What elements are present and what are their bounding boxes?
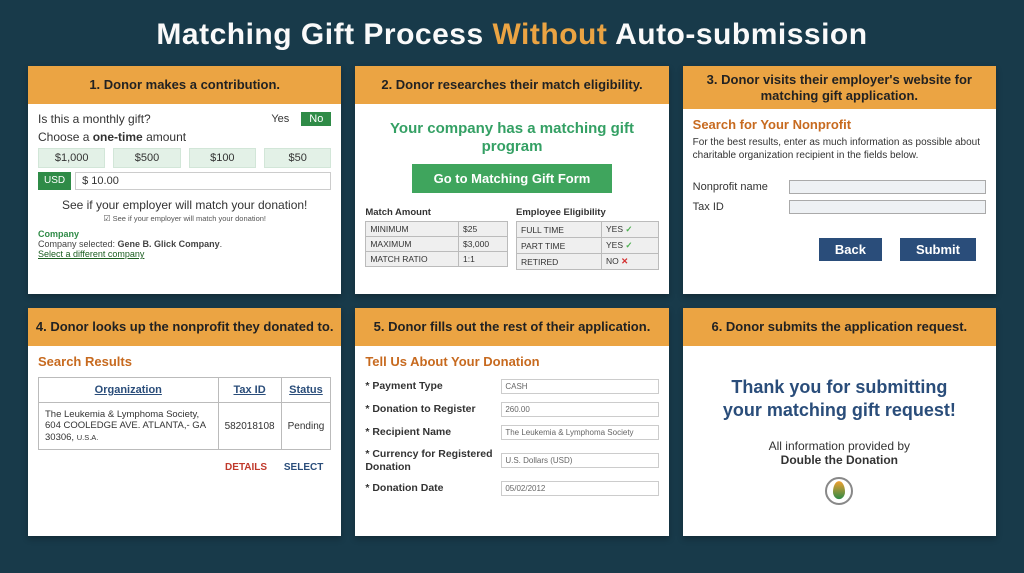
- custom-amount-input[interactable]: $ 10.00: [75, 172, 331, 190]
- amount-1000[interactable]: $1,000: [38, 148, 105, 168]
- card-step-5: 5. Donor fills out the rest of their app…: [355, 308, 668, 536]
- search-instructions: For the best results, enter as much info…: [693, 136, 986, 162]
- monthly-gift-question: Is this a monthly gift?: [38, 112, 151, 126]
- select-different-company-link[interactable]: Select a different company: [38, 249, 331, 259]
- back-button[interactable]: Back: [819, 238, 882, 261]
- eligibility-table: FULL TIMEYES ✓ PART TIMEYES ✓ RETIREDNO …: [516, 221, 659, 270]
- amount-50[interactable]: $50: [264, 148, 331, 168]
- match-amount-table: MINIMUM$25 MAXIMUM$3,000 MATCH RATIO1:1: [365, 221, 508, 267]
- card-heading: 2. Donor researches their match eligibil…: [355, 66, 668, 104]
- submit-button[interactable]: Submit: [900, 238, 976, 261]
- search-nonprofit-heading: Search for Your Nonprofit: [693, 117, 986, 132]
- card-grid: 1. Donor makes a contribution. Is this a…: [0, 66, 1024, 536]
- recipient-name-input[interactable]: The Leukemia & Lymphoma Society: [501, 425, 658, 440]
- card-heading: 5. Donor fills out the rest of their app…: [355, 308, 668, 346]
- card-step-1: 1. Donor makes a contribution. Is this a…: [28, 66, 341, 294]
- currency-label: * Currency for Registered Donation: [365, 448, 495, 473]
- nonprofit-name-label: Nonprofit name: [693, 181, 783, 193]
- row-actions: DETAILS SELECT: [38, 456, 331, 479]
- title-pre: Matching Gift Process: [156, 18, 483, 51]
- card-heading: 4. Donor looks up the nonprofit they don…: [28, 308, 341, 346]
- details-link[interactable]: DETAILS: [225, 462, 267, 473]
- match-amount-heading: Match Amount: [365, 207, 508, 218]
- col-tax-id[interactable]: Tax ID: [218, 378, 281, 403]
- attribution: All information provided by Double the D…: [693, 439, 986, 467]
- double-the-donation-logo-icon: [825, 477, 853, 505]
- company-selected: Company selected: Gene B. Glick Company.: [38, 239, 331, 249]
- tax-id-label: Tax ID: [693, 201, 783, 213]
- no-option-selected[interactable]: No: [301, 112, 331, 126]
- card-step-6: 6. Donor submits the application request…: [683, 308, 996, 536]
- recipient-name-label: * Recipient Name: [365, 426, 495, 439]
- card-step-4: 4. Donor looks up the nonprofit they don…: [28, 308, 341, 536]
- card-body: Is this a monthly gift? Yes No Choose a …: [28, 104, 341, 294]
- donation-date-input[interactable]: 05/02/2012: [501, 481, 658, 496]
- col-organization[interactable]: Organization: [39, 378, 219, 403]
- employer-match-prompt: See if your employer will match your don…: [38, 196, 331, 214]
- thank-you-msg: Thank you for submitting your matching g…: [711, 376, 968, 421]
- page-title: Matching Gift Process Without Auto-submi…: [0, 0, 1024, 66]
- title-highlight: Without: [493, 18, 608, 51]
- title-post: Auto-submission: [615, 18, 868, 51]
- company-label: Company: [38, 229, 331, 239]
- donation-register-label: * Donation to Register: [365, 403, 495, 416]
- card-body: Thank you for submitting your matching g…: [683, 346, 996, 536]
- amount-options: $1,000 $500 $100 $50: [38, 148, 331, 168]
- donation-register-input[interactable]: 260.00: [501, 402, 658, 417]
- yes-option[interactable]: Yes: [271, 113, 289, 125]
- donation-details-heading: Tell Us About Your Donation: [365, 354, 658, 369]
- search-results-heading: Search Results: [38, 354, 331, 369]
- employer-match-sub: ☑ See if your employer will match your d…: [38, 214, 331, 223]
- matching-program-msg: Your company has a matching gift program: [365, 120, 658, 156]
- card-heading: 3. Donor visits their employer's website…: [683, 66, 996, 109]
- card-body: Search for Your Nonprofit For the best r…: [683, 109, 996, 294]
- card-step-3: 3. Donor visits their employer's website…: [683, 66, 996, 294]
- card-heading: 1. Donor makes a contribution.: [28, 66, 341, 104]
- currency-badge: USD: [38, 172, 71, 190]
- nonprofit-name-input[interactable]: [789, 180, 986, 194]
- go-to-form-button[interactable]: Go to Matching Gift Form: [412, 164, 612, 193]
- amount-500[interactable]: $500: [113, 148, 180, 168]
- currency-input[interactable]: U.S. Dollars (USD): [501, 453, 658, 468]
- card-step-2: 2. Donor researches their match eligibil…: [355, 66, 668, 294]
- card-body: Tell Us About Your Donation * Payment Ty…: [355, 346, 668, 536]
- logo-wrap: [693, 477, 986, 508]
- eligibility-heading: Employee Eligibility: [516, 207, 659, 218]
- col-status[interactable]: Status: [281, 378, 331, 403]
- amount-100[interactable]: $100: [189, 148, 256, 168]
- payment-type-input[interactable]: CASH: [501, 379, 658, 394]
- payment-type-label: * Payment Type: [365, 380, 495, 393]
- tax-id-input[interactable]: [789, 200, 986, 214]
- card-heading: 6. Donor submits the application request…: [683, 308, 996, 346]
- card-body: Your company has a matching gift program…: [355, 104, 668, 294]
- select-link[interactable]: SELECT: [284, 462, 323, 473]
- table-row: The Leukemia & Lymphoma Society, 604 COO…: [39, 403, 331, 450]
- card-body: Search Results Organization Tax ID Statu…: [28, 346, 341, 536]
- donation-date-label: * Donation Date: [365, 482, 495, 495]
- choose-amount-label: Choose a one-time amount: [38, 130, 331, 144]
- results-table: Organization Tax ID Status The Leukemia …: [38, 377, 331, 450]
